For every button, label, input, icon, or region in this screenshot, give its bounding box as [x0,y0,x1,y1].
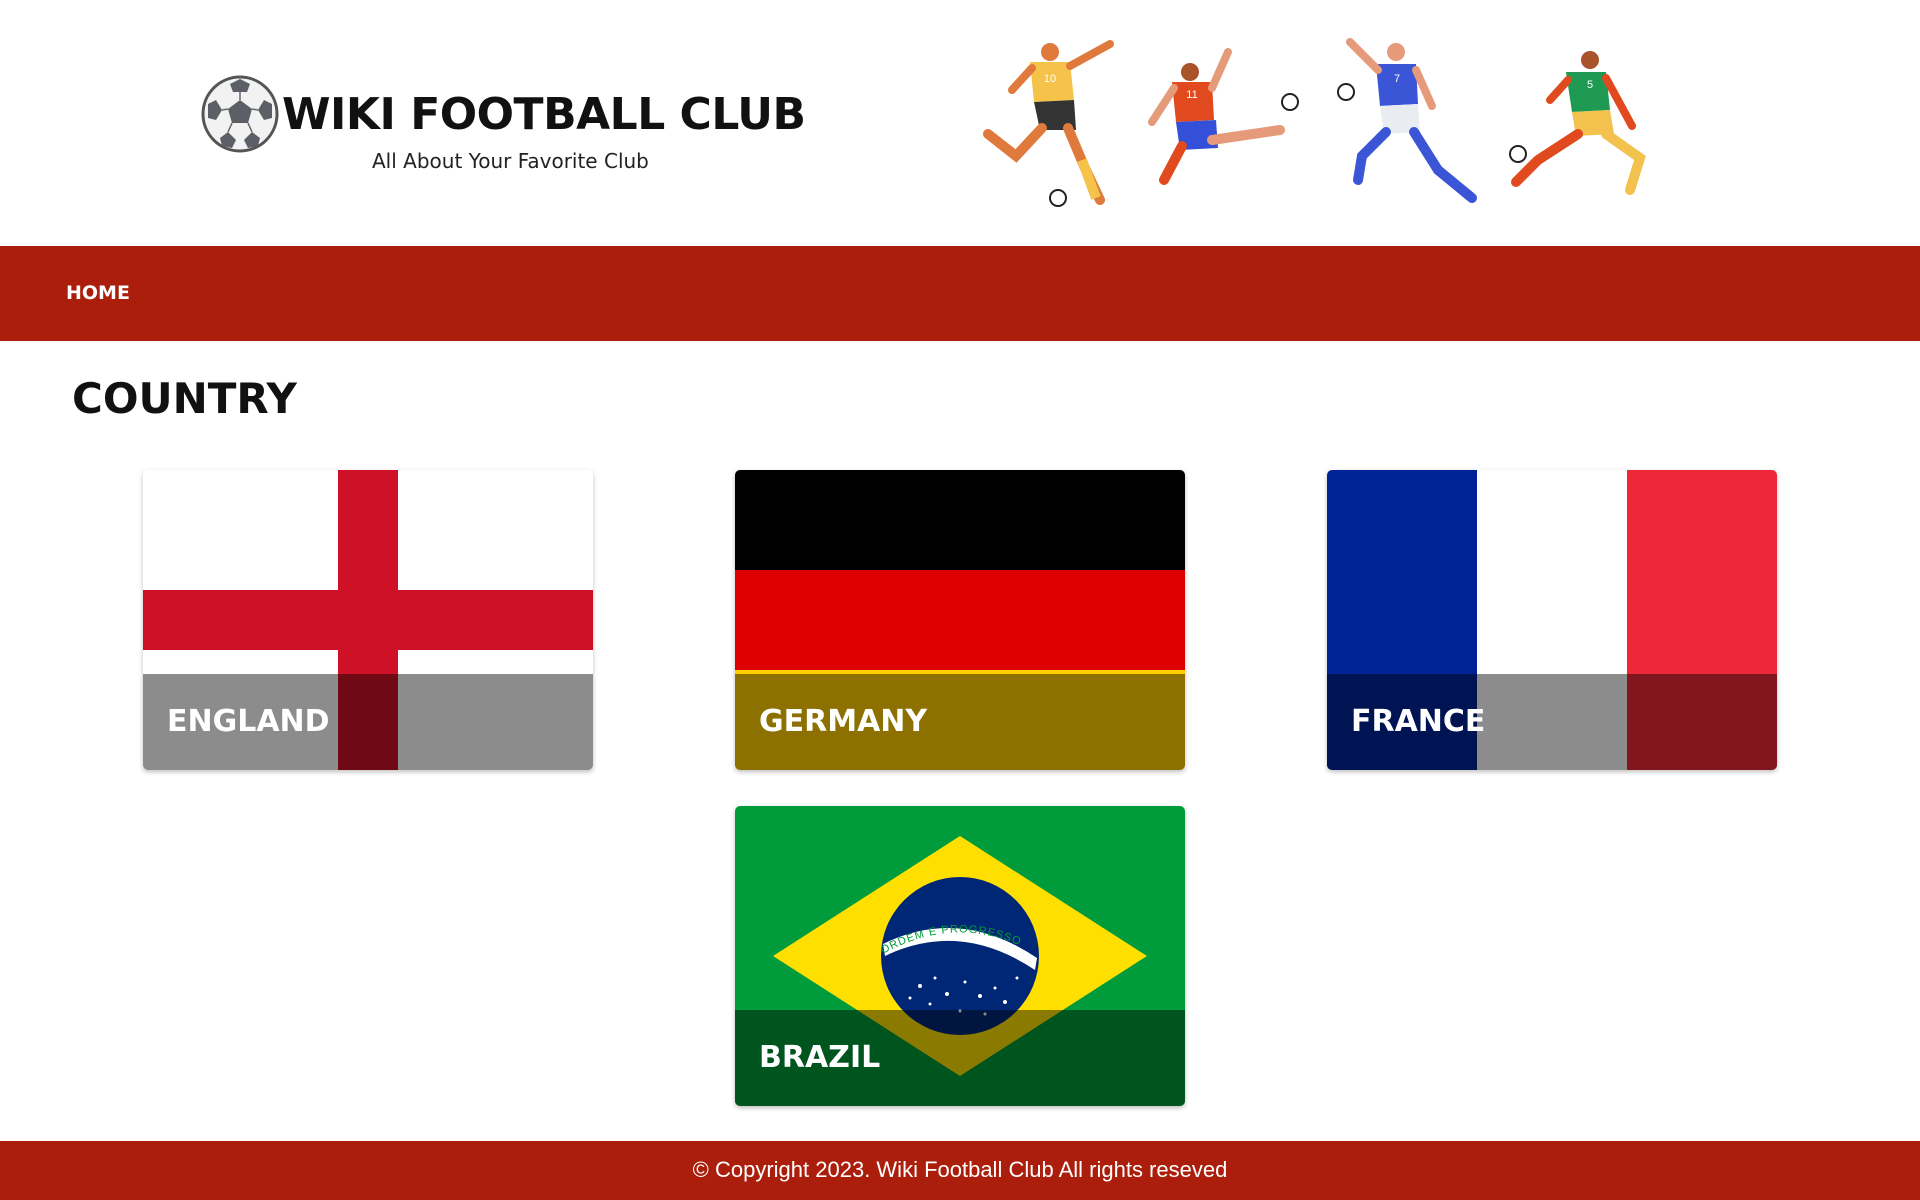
site-subtitle: All About Your Favorite Club [372,149,649,173]
nav-home-link[interactable]: HOME [66,282,130,304]
country-card-brazil[interactable]: ORDEM E PROGRESSO BRAZIL [735,806,1185,1106]
player-7-figure: 7 [1337,38,1477,203]
player-number: 11 [1186,89,1197,101]
country-card-england[interactable]: ENGLAND [143,470,593,770]
player-10-figure: 10 [983,40,1114,207]
country-card-germany[interactable]: GERMANY [735,470,1185,770]
player-number: 10 [1044,73,1056,85]
site-footer: © Copyright 2023. Wiki Football Club All… [0,1141,1920,1200]
page-title: COUNTRY [72,374,297,423]
soccer-ball-icon [201,75,279,153]
player-number: 7 [1394,73,1400,85]
site-header: WIKI FOOTBALL CLUB All About Your Favori… [0,0,1920,246]
country-label: ENGLAND [167,704,330,739]
copyright-text: © Copyright 2023. Wiki Football Club All… [692,1157,1228,1182]
site-title: WIKI FOOTBALL CLUB [282,88,806,140]
country-card-france[interactable]: FRANCE [1327,470,1777,770]
site-logo[interactable]: WIKI FOOTBALL CLUB [200,74,806,154]
player-5-figure: 5 [1509,51,1646,195]
football-players-illustration: 10 11 7 5 [983,38,1646,207]
country-label: FRANCE [1351,704,1486,739]
country-label: BRAZIL [759,1040,881,1075]
country-label: GERMANY [759,704,928,739]
main-nav: HOME [0,246,1920,341]
player-number: 5 [1587,79,1593,91]
player-11-figure: 11 [1148,48,1299,185]
